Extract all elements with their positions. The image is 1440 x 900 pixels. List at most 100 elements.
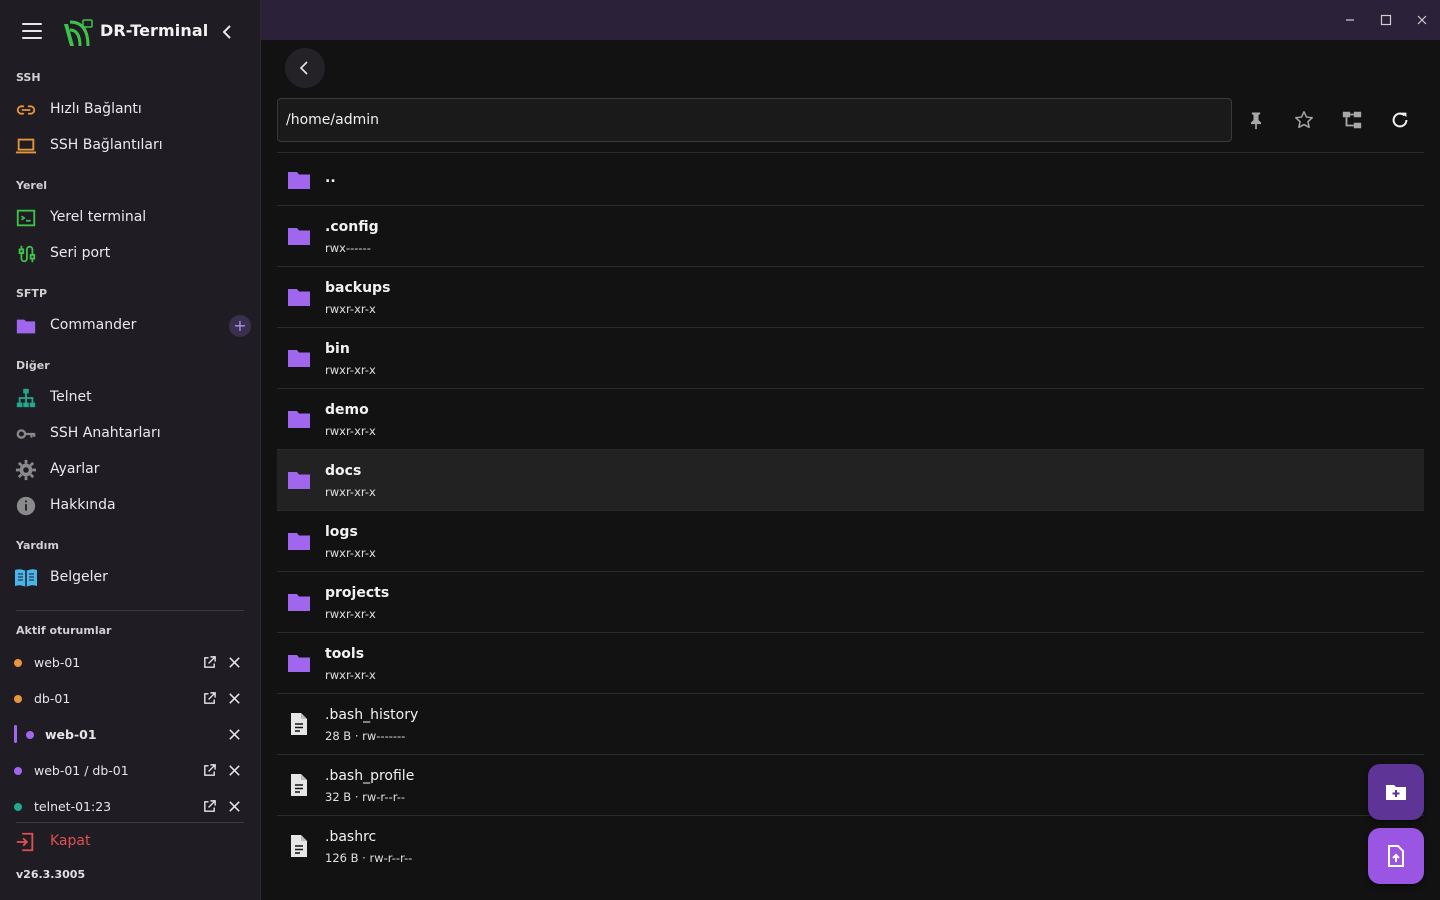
close-app-button[interactable]: Kapat [0,826,260,858]
window-titlebar[interactable] [261,0,1440,40]
nav-quick-connect[interactable]: Hızlı Bağlantı [0,92,260,128]
laptop-icon [14,135,38,157]
session-status-dot [14,767,22,775]
window-close-icon[interactable] [1412,10,1432,30]
session-item[interactable]: db-01 [0,681,260,717]
folder-row[interactable]: docs rwxr-xr-x [277,449,1424,510]
upload-file-button[interactable] [1368,828,1424,884]
close-icon[interactable] [227,763,242,778]
folder-row[interactable]: .config rwx------ [277,205,1424,266]
key-icon [14,423,38,445]
session-item[interactable]: web-01 / db-01 [0,753,260,789]
app-version: v26.3.3005 [16,868,86,881]
section-label-ssh: SSH [16,71,41,84]
collapse-sidebar-icon[interactable] [218,22,238,42]
file-name: projects [325,585,390,601]
close-icon[interactable] [227,799,242,814]
folder-icon [287,651,311,675]
star-icon[interactable] [1290,106,1318,134]
nav-label: Commander [50,317,137,333]
add-commander-button[interactable]: + [229,315,251,337]
open-external-icon[interactable] [202,655,217,670]
nav-label: Yerel terminal [50,209,147,225]
folder-row[interactable]: logs rwxr-xr-x [277,510,1424,571]
new-folder-button[interactable] [1368,764,1424,820]
session-item[interactable]: web-01 [0,645,260,681]
nav-label: Hızlı Bağlantı [50,101,142,117]
nav-ssh-connections[interactable]: SSH Bağlantıları [0,128,260,164]
nav-label: Telnet [50,389,92,405]
app-logo [62,18,94,48]
terminal-icon [14,207,38,229]
gear-icon [14,459,38,481]
section-label-local: Yerel [16,179,48,192]
close-icon[interactable] [227,727,242,742]
info-icon [14,495,38,517]
session-status-dot [14,803,22,811]
close-icon[interactable] [227,691,242,706]
new-folder-icon [1386,785,1406,800]
nav-settings[interactable]: Ayarlar [0,452,260,488]
open-external-icon[interactable] [202,691,217,706]
menu-icon[interactable] [22,23,42,39]
file-name: .. [325,170,336,186]
upload-file-icon [1388,845,1404,867]
session-status-dot [14,695,22,703]
folder-row[interactable]: demo rwxr-xr-x [277,388,1424,449]
file-list: .. .config rwx------ backups rwxr-xr-x bin rwx… [277,152,1424,876]
nav-commander[interactable]: Commander [0,308,260,344]
cable-icon [14,243,38,265]
nav-docs[interactable]: Belgeler [0,560,260,596]
file-name: .bashrc [325,829,377,845]
file-icon [287,773,311,797]
back-button[interactable] [285,48,325,88]
session-label: web-01 / db-01 [34,763,129,778]
folder-icon [14,315,38,337]
nav-telnet[interactable]: Telnet [0,380,260,416]
folder-row[interactable]: bin rwxr-xr-x [277,327,1424,388]
file-meta: rwxr-xr-x [325,363,376,377]
open-external-icon[interactable] [202,763,217,778]
nav-about[interactable]: Hakkında [0,488,260,524]
refresh-icon[interactable] [1386,106,1414,134]
file-row[interactable]: .bash_profile 32 B · rw-r--r-- [277,754,1424,815]
active-indicator [14,725,17,743]
network-icon [14,387,38,409]
file-row[interactable]: .bashrc 126 B · rw-r--r-- [277,815,1424,876]
file-row[interactable]: .bash_history 28 B · rw------- [277,693,1424,754]
folder-row[interactable]: projects rwxr-xr-x [277,571,1424,632]
section-label-sessions: Aktif oturumlar [16,624,112,637]
app-title: DR-Terminal [100,21,209,40]
session-item-active[interactable]: web-01 [0,717,260,753]
session-label: web-01 [45,727,97,742]
nav-serial-port[interactable]: Seri port [0,236,260,272]
minimize-icon[interactable] [1340,10,1360,30]
folder-row[interactable]: tools rwxr-xr-x [277,632,1424,693]
file-meta: rwxr-xr-x [325,424,376,438]
file-name: demo [325,402,369,418]
tree-icon[interactable] [1338,106,1366,134]
folder-row[interactable]: .. [277,152,1424,205]
path-input[interactable] [277,98,1232,142]
close-icon[interactable] [227,655,242,670]
pin-icon[interactable] [1242,106,1270,134]
session-label: db-01 [34,691,71,706]
link-icon [14,99,38,121]
open-external-icon[interactable] [202,799,217,814]
file-name: tools [325,646,365,662]
nav-ssh-keys[interactable]: SSH Anahtarları [0,416,260,452]
maximize-icon[interactable] [1376,10,1396,30]
file-meta: rwxr-xr-x [325,485,376,499]
nav-label: Seri port [50,245,111,261]
session-item[interactable]: telnet-01:23 [0,789,260,825]
sidebar-header: DR-Terminal [0,14,260,50]
file-meta: rwx------ [325,241,371,255]
nav-local-terminal[interactable]: Yerel terminal [0,200,260,236]
file-name: .config [325,219,379,235]
file-meta: 32 B · rw-r--r-- [325,790,406,804]
file-name: logs [325,524,358,540]
nav-label: SSH Bağlantıları [50,137,163,153]
folder-icon [287,168,311,192]
nav-label: Ayarlar [50,461,100,477]
folder-row[interactable]: backups rwxr-xr-x [277,266,1424,327]
